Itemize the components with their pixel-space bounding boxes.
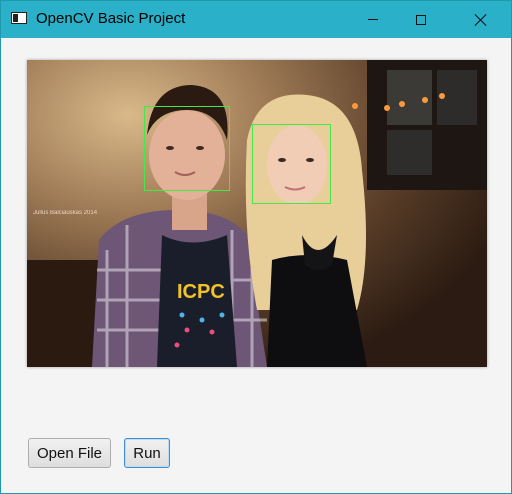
photo-watermark: Julius Balciauskas 2014	[33, 210, 98, 216]
app-window: OpenCV Basic Project ICPC Julius Balciau…	[0, 0, 512, 494]
open-file-button[interactable]: Open File	[28, 438, 111, 468]
title-bar[interactable]: OpenCV Basic Project	[1, 1, 511, 38]
close-icon	[475, 14, 487, 26]
close-button[interactable]	[458, 1, 504, 38]
shirt-text: ICPC	[177, 281, 225, 303]
maximize-button[interactable]	[398, 1, 444, 38]
run-button[interactable]: Run	[124, 438, 170, 468]
minimize-icon	[368, 19, 378, 20]
image-view: ICPC Julius Balciauskas 2014	[27, 60, 487, 367]
window-title: OpenCV Basic Project	[36, 10, 186, 27]
minimize-button[interactable]	[350, 1, 396, 38]
face-detection-box	[144, 106, 230, 191]
maximize-icon	[416, 14, 426, 25]
face-detection-box	[252, 124, 331, 204]
app-icon	[11, 12, 27, 24]
